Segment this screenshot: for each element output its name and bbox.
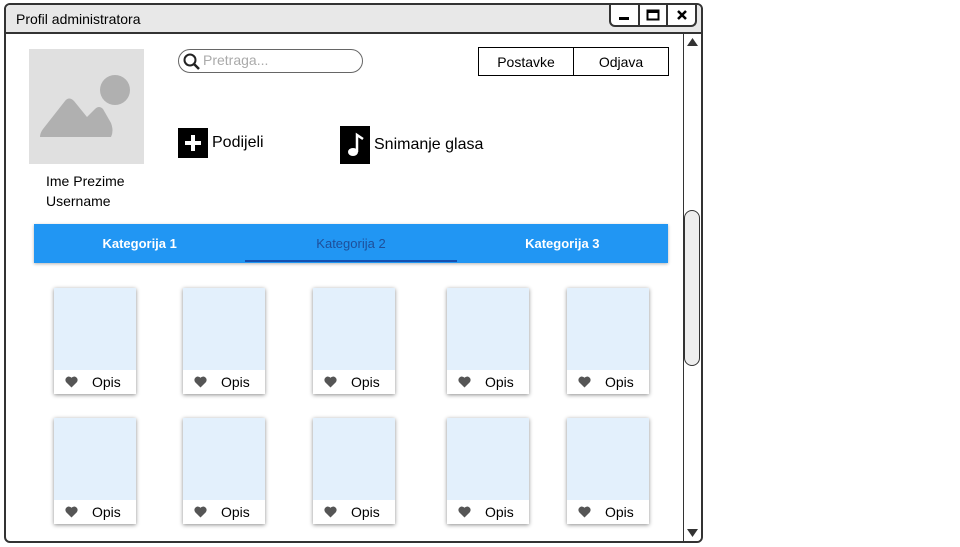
content-card[interactable]: Opis: [183, 288, 265, 394]
search-box: [178, 49, 363, 73]
tab-category-1[interactable]: Kategorija 1: [34, 224, 245, 263]
card-thumbnail: [447, 288, 529, 370]
search-icon: [183, 53, 200, 70]
app-window: Profil administratora Ime Prezime Userna…: [4, 3, 703, 543]
card-label: Opis: [351, 504, 380, 520]
tab-category-3[interactable]: Kategorija 3: [457, 224, 668, 263]
heart-icon[interactable]: [324, 376, 337, 388]
window-title: Profil administratora: [16, 11, 141, 27]
heart-icon[interactable]: [458, 506, 471, 518]
main-content: Ime Prezime Username Postavke Odjava Pod…: [6, 34, 682, 541]
card-label: Opis: [351, 374, 380, 390]
card-thumbnail: [313, 418, 395, 500]
card-thumbnail: [54, 288, 136, 370]
vertical-scrollbar[interactable]: [683, 34, 701, 541]
content-card[interactable]: Opis: [313, 418, 395, 524]
minimize-icon: [619, 17, 630, 20]
share-label: Podijeli: [212, 134, 264, 151]
heart-icon[interactable]: [578, 376, 591, 388]
close-button[interactable]: [666, 5, 695, 25]
card-label: Opis: [605, 504, 634, 520]
content-card[interactable]: Opis: [567, 418, 649, 524]
card-label: Opis: [221, 374, 250, 390]
music-note-icon: [340, 126, 370, 164]
content-card[interactable]: Opis: [54, 288, 136, 394]
card-label: Opis: [92, 374, 121, 390]
image-placeholder-icon: [40, 75, 130, 137]
card-thumbnail: [567, 288, 649, 370]
heart-icon[interactable]: [578, 506, 591, 518]
close-icon: [676, 10, 687, 20]
window-controls: [609, 5, 697, 27]
card-thumbnail: [313, 288, 395, 370]
header-button-group: Postavke Odjava: [478, 47, 669, 76]
minimize-button[interactable]: [611, 5, 638, 25]
content-card[interactable]: Opis: [313, 288, 395, 394]
heart-icon[interactable]: [194, 506, 207, 518]
card-label: Opis: [221, 504, 250, 520]
content-card[interactable]: Opis: [183, 418, 265, 524]
triangle-up-icon: [687, 38, 698, 46]
logout-button[interactable]: Odjava: [573, 48, 668, 75]
settings-button[interactable]: Postavke: [479, 48, 573, 75]
heart-icon[interactable]: [194, 376, 207, 388]
plus-icon: [178, 128, 208, 158]
content-card[interactable]: Opis: [54, 418, 136, 524]
card-thumbnail: [183, 418, 265, 500]
content-card[interactable]: Opis: [567, 288, 649, 394]
maximize-button[interactable]: [637, 5, 667, 25]
scroll-down-button[interactable]: [684, 526, 701, 540]
triangle-down-icon: [687, 529, 698, 537]
voice-label: Snimanje glasa: [374, 136, 484, 153]
title-bar: Profil administratora: [6, 5, 701, 34]
scroll-up-button[interactable]: [684, 35, 701, 49]
card-thumbnail: [567, 418, 649, 500]
scrollbar-thumb[interactable]: [684, 210, 700, 366]
card-label: Opis: [485, 504, 514, 520]
tab-category-2[interactable]: Kategorija 2: [245, 224, 457, 263]
card-thumbnail: [447, 418, 529, 500]
maximize-icon: [646, 9, 660, 21]
avatar: [29, 49, 144, 164]
share-action[interactable]: Podijeli: [178, 128, 264, 158]
heart-icon[interactable]: [65, 376, 78, 388]
search-input[interactable]: [203, 51, 353, 69]
card-label: Opis: [92, 504, 121, 520]
card-label: Opis: [485, 374, 514, 390]
heart-icon[interactable]: [324, 506, 337, 518]
card-label: Opis: [605, 374, 634, 390]
full-name: Ime Prezime: [46, 173, 125, 189]
card-thumbnail: [183, 288, 265, 370]
category-tabs: Kategorija 1 Kategorija 2 Kategorija 3: [34, 224, 668, 263]
card-thumbnail: [54, 418, 136, 500]
username: Username: [46, 193, 111, 209]
content-card[interactable]: Opis: [447, 288, 529, 394]
heart-icon[interactable]: [458, 376, 471, 388]
content-card[interactable]: Opis: [447, 418, 529, 524]
voice-recording-action[interactable]: Snimanje glasa: [340, 126, 483, 164]
heart-icon[interactable]: [65, 506, 78, 518]
profile-name: Ime Prezime Username: [46, 171, 125, 211]
